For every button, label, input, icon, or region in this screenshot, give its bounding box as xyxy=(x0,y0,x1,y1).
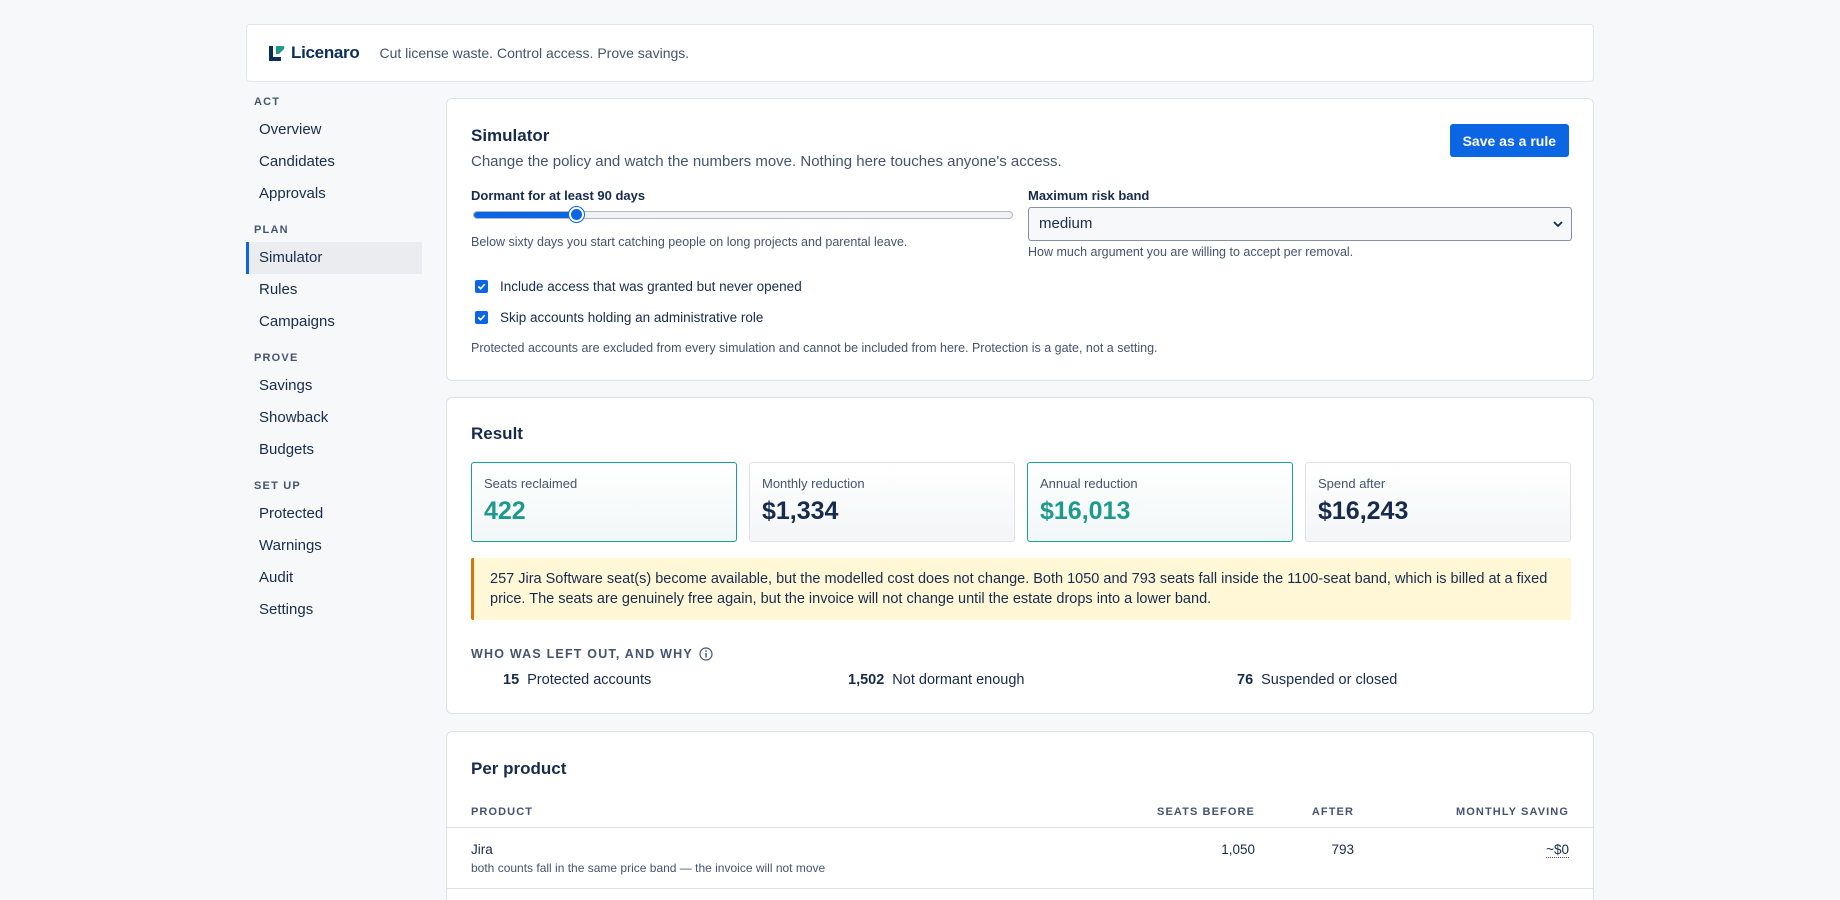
dormant-days-label: Dormant for at least 90 days xyxy=(471,188,646,203)
stat-label: Seats reclaimed xyxy=(484,476,578,491)
price-band-warning: 257 Jira Software seat(s) become availab… xyxy=(471,558,1571,620)
stat-value: $16,013 xyxy=(1040,497,1131,525)
column-header-monthly-saving[interactable]: MONTHLY SAVING xyxy=(1456,806,1569,818)
dormant-days-hint: Below sixty days you start catching peop… xyxy=(471,235,908,249)
left-out-count: 15 xyxy=(503,672,520,688)
slider-thumb[interactable] xyxy=(569,207,585,222)
sidebar-item-rules[interactable]: Rules xyxy=(246,274,422,306)
sidebar-item-audit[interactable]: Audit xyxy=(246,562,422,594)
sidebar-item-simulator[interactable]: Simulator xyxy=(246,242,422,274)
licenaro-logo-icon xyxy=(269,46,285,61)
stat-value: $16,243 xyxy=(1318,497,1409,525)
left-out-label: Protected accounts xyxy=(527,672,652,688)
dormant-days-slider[interactable] xyxy=(473,207,1013,222)
risk-band-label: Maximum risk band xyxy=(1028,188,1150,203)
left-out-protected: 15 Protected accounts xyxy=(503,672,651,688)
stat-spend-after: Spend after $16,243 xyxy=(1305,462,1571,542)
save-as-rule-button[interactable]: Save as a rule xyxy=(1449,124,1569,157)
result-title: Result xyxy=(471,424,523,443)
left-out-title: WHO WAS LEFT OUT, AND WHY xyxy=(471,647,693,661)
column-header-product[interactable]: PRODUCT xyxy=(471,806,533,818)
risk-band-select[interactable]: medium xyxy=(1028,207,1572,241)
sidebar-item-protected[interactable]: Protected xyxy=(246,498,422,530)
stat-value: 422 xyxy=(484,497,526,525)
top-bar: Licenaro Cut license waste. Control acce… xyxy=(246,24,1594,82)
stat-monthly-reduction: Monthly reduction $1,334 xyxy=(749,462,1015,542)
sidebar-item-candidates[interactable]: Candidates xyxy=(246,146,422,178)
left-out-suspended: 76 Suspended or closed xyxy=(1237,672,1397,688)
stat-label: Spend after xyxy=(1318,476,1386,491)
never-opened-checkbox-row[interactable]: Include access that was granted but neve… xyxy=(475,279,802,294)
simulator-card: Simulator Change the policy and watch th… xyxy=(446,98,1594,381)
product-name: Jira xyxy=(471,842,493,857)
per-product-title: Per product xyxy=(471,759,567,778)
sidebar-item-savings[interactable]: Savings xyxy=(246,370,422,402)
sidebar-item-settings[interactable]: Settings xyxy=(246,594,422,626)
protected-note: Protected accounts are excluded from eve… xyxy=(471,341,1158,355)
monthly-saving-value[interactable]: ~$0 xyxy=(1546,842,1569,858)
result-card: Result Seats reclaimed 422 Monthly reduc… xyxy=(446,397,1594,714)
brand-name: Licenaro xyxy=(291,43,360,62)
chevron-down-icon xyxy=(1553,221,1563,228)
stat-annual-reduction: Annual reduction $16,013 xyxy=(1027,462,1293,542)
column-header-after[interactable]: AFTER xyxy=(1312,806,1354,818)
nav-section-setup: SET UP xyxy=(254,480,301,492)
simulator-title: Simulator xyxy=(471,126,550,145)
never-opened-checkbox[interactable] xyxy=(475,280,488,293)
seats-after-value: 793 xyxy=(1331,842,1354,857)
column-header-seats-before[interactable]: SEATS BEFORE xyxy=(1157,806,1255,818)
info-icon[interactable] xyxy=(699,647,713,661)
risk-band-value: medium xyxy=(1039,215,1093,232)
left-out-count: 76 xyxy=(1237,672,1254,688)
skip-admin-checkbox-row[interactable]: Skip accounts holding an administrative … xyxy=(475,310,763,325)
sidebar-item-warnings[interactable]: Warnings xyxy=(246,530,422,562)
stat-label: Monthly reduction xyxy=(762,476,865,491)
table-divider xyxy=(447,827,1593,828)
simulator-description: Change the policy and watch the numbers … xyxy=(471,153,1062,170)
sidebar-item-approvals[interactable]: Approvals xyxy=(246,178,422,210)
stat-seats-reclaimed: Seats reclaimed 422 xyxy=(471,462,737,542)
product-note: both counts fall in the same price band … xyxy=(471,861,826,875)
checkmark-icon xyxy=(477,283,486,290)
left-out-heading: WHO WAS LEFT OUT, AND WHY xyxy=(471,647,713,661)
sidebar-item-overview[interactable]: Overview xyxy=(246,114,422,146)
brand-tagline: Cut license waste. Control access. Prove… xyxy=(379,45,690,61)
checkmark-icon xyxy=(477,314,486,321)
left-out-count: 1,502 xyxy=(848,672,885,688)
risk-band-hint: How much argument you are willing to acc… xyxy=(1028,245,1354,259)
sidebar-item-showback[interactable]: Showback xyxy=(246,402,422,434)
sidebar-item-budgets[interactable]: Budgets xyxy=(246,434,422,466)
seats-before-value: 1,050 xyxy=(1221,842,1255,857)
never-opened-label: Include access that was granted but neve… xyxy=(500,279,802,294)
nav-section-act: ACT xyxy=(254,96,281,108)
sidebar-item-campaigns[interactable]: Campaigns xyxy=(246,306,422,338)
slider-fill xyxy=(474,212,577,218)
nav-section-prove: PROVE xyxy=(254,352,299,364)
nav-section-plan: PLAN xyxy=(254,224,289,236)
stat-label: Annual reduction xyxy=(1040,476,1138,491)
stat-value: $1,334 xyxy=(762,497,839,525)
left-out-label: Suspended or closed xyxy=(1261,672,1398,688)
sidebar: ACT Overview Candidates Approvals PLAN S… xyxy=(246,96,422,626)
skip-admin-checkbox[interactable] xyxy=(475,311,488,324)
brand-logo[interactable]: Licenaro xyxy=(267,43,360,63)
table-divider xyxy=(447,888,1593,889)
skip-admin-label: Skip accounts holding an administrative … xyxy=(500,310,764,325)
left-out-label: Not dormant enough xyxy=(892,672,1025,688)
left-out-not-dormant: 1,502 Not dormant enough xyxy=(848,672,1025,688)
per-product-card: Per product PRODUCT SEATS BEFORE AFTER M… xyxy=(446,731,1594,900)
